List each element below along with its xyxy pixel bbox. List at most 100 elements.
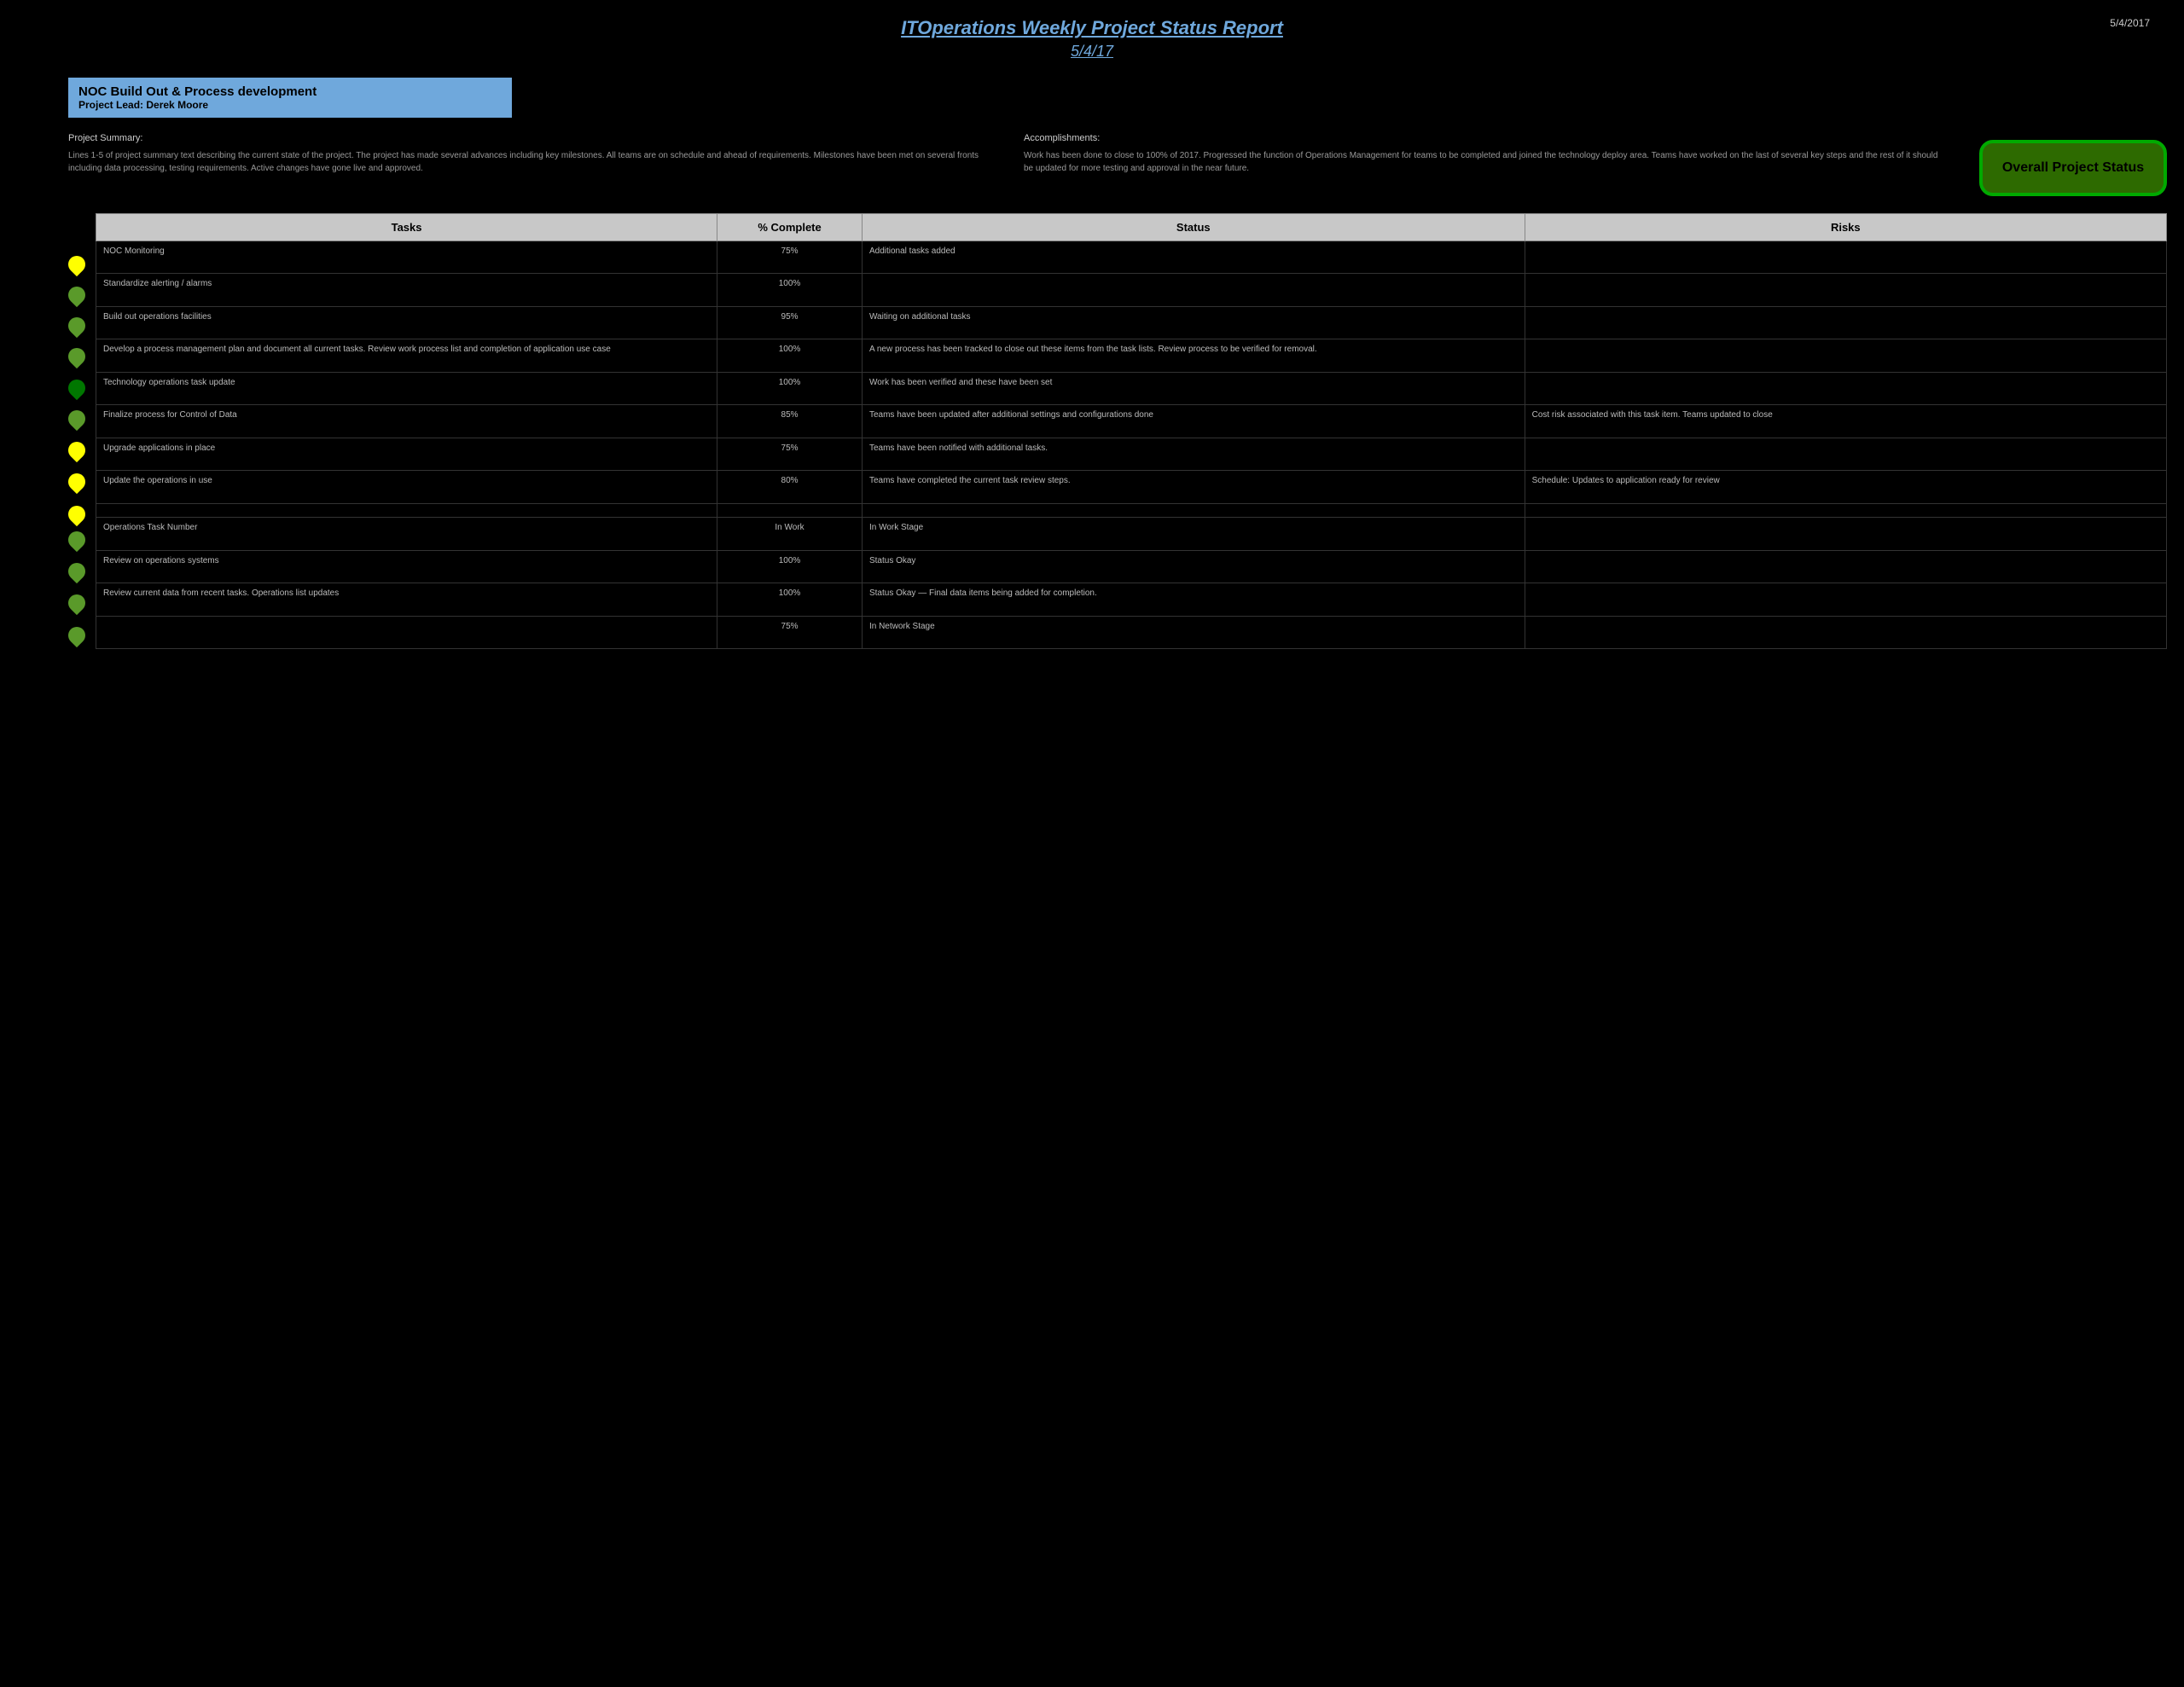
table-row: Review current data from recent tasks. O… — [96, 583, 2167, 616]
status-cell: Teams have been updated after additional… — [862, 405, 1525, 438]
pct-cell: 100% — [717, 550, 863, 583]
status-cell — [862, 503, 1525, 518]
table-row: Technology operations task update100%Wor… — [96, 372, 2167, 404]
status-cell: Work has been verified and these have be… — [862, 372, 1525, 404]
pct-cell: 95% — [717, 306, 863, 339]
summary-section: Project Summary: Lines 1-5 of project su… — [68, 131, 990, 196]
table-row: Review on operations systems100%Status O… — [96, 550, 2167, 583]
project-lead-name: Derek Moore — [146, 99, 208, 111]
task-cell: Update the operations in use — [96, 471, 717, 503]
dot-row — [68, 400, 96, 432]
page-subtitle: 5/4/17 — [17, 43, 2167, 61]
status-cell — [862, 274, 1525, 306]
col-header-tasks: Tasks — [96, 214, 717, 241]
risks-cell: Cost risk associated with this task item… — [1525, 405, 2166, 438]
dot-row — [68, 617, 96, 649]
pct-cell — [717, 503, 863, 518]
risks-cell — [1525, 583, 2166, 616]
col-header-pct: % Complete — [717, 214, 863, 241]
status-cell: In Work Stage — [862, 518, 1525, 550]
pct-cell: 75% — [717, 438, 863, 470]
risks-cell — [1525, 503, 2166, 518]
task-cell: Upgrade applications in place — [96, 438, 717, 470]
status-cell: A new process has been tracked to close … — [862, 339, 1525, 372]
overall-status-box: Overall Project Status — [1979, 140, 2167, 196]
pct-cell: 100% — [717, 372, 863, 404]
table-row: Build out operations facilities95%Waitin… — [96, 306, 2167, 339]
accomplishments-section: Accomplishments: Work has been done to c… — [1024, 131, 1945, 196]
col-header-status: Status — [862, 214, 1525, 241]
dot-row — [68, 521, 96, 553]
status-cell: Status Okay — Final data items being add… — [862, 583, 1525, 616]
table-row: Operations Task NumberIn WorkIn Work Sta… — [96, 518, 2167, 550]
risks-cell — [1525, 438, 2166, 470]
status-dot — [65, 559, 89, 583]
task-cell: Operations Task Number — [96, 518, 717, 550]
page-title: ITOperations Weekly Project Status Repor… — [17, 17, 2167, 39]
dot-row — [68, 276, 96, 307]
table-row: Develop a process management plan and do… — [96, 339, 2167, 372]
status-cell: Waiting on additional tasks — [862, 306, 1525, 339]
task-cell: Build out operations facilities — [96, 306, 717, 339]
risks-cell — [1525, 339, 2166, 372]
dot-row — [68, 553, 96, 585]
status-cell: In Network Stage — [862, 616, 1525, 649]
task-cell — [96, 503, 717, 518]
dot-row — [68, 246, 96, 276]
pct-cell: 75% — [717, 616, 863, 649]
status-dot — [65, 376, 89, 400]
dot-row — [68, 338, 96, 368]
dot-row — [68, 432, 96, 463]
status-dot — [65, 470, 89, 494]
project-header-box: NOC Build Out & Process development Proj… — [68, 78, 512, 118]
summary-title: Project Summary: — [68, 131, 990, 146]
pct-cell: 100% — [717, 583, 863, 616]
status-dot — [65, 591, 89, 615]
table-row: Finalize process for Control of Data85%T… — [96, 405, 2167, 438]
status-dot — [65, 314, 89, 338]
risks-cell — [1525, 550, 2166, 583]
dot-row — [68, 584, 96, 617]
risks-cell — [1525, 518, 2166, 550]
status-dot — [65, 623, 89, 647]
pct-cell: 80% — [717, 471, 863, 503]
status-cell: Teams have completed the current task re… — [862, 471, 1525, 503]
status-cell: Teams have been notified with additional… — [862, 438, 1525, 470]
risks-cell — [1525, 274, 2166, 306]
project-name: NOC Build Out & Process development — [78, 84, 502, 99]
task-cell: Review on operations systems — [96, 550, 717, 583]
dot-row — [68, 369, 96, 401]
status-dot — [65, 345, 89, 368]
risks-cell — [1525, 372, 2166, 404]
status-dot — [65, 527, 89, 551]
tasks-table-wrapper: Tasks % Complete Status Risks NOC Monito… — [68, 213, 2167, 649]
project-lead: Project Lead: Derek Moore — [78, 99, 502, 111]
dot-column — [68, 213, 96, 649]
task-cell: Finalize process for Control of Data — [96, 405, 717, 438]
table-row: Upgrade applications in place75%Teams ha… — [96, 438, 2167, 470]
task-cell: Develop a process management plan and do… — [96, 339, 717, 372]
risks-cell — [1525, 241, 2166, 274]
accomplishments-title: Accomplishments: — [1024, 131, 1945, 146]
status-cell: Additional tasks added — [862, 241, 1525, 274]
status-dot — [65, 438, 89, 462]
status-dot — [65, 252, 89, 276]
table-row: NOC Monitoring75%Additional tasks added — [96, 241, 2167, 274]
status-cell: Status Okay — [862, 550, 1525, 583]
task-cell: NOC Monitoring — [96, 241, 717, 274]
table-row: Update the operations in use80%Teams hav… — [96, 471, 2167, 503]
status-dot — [65, 283, 89, 307]
risks-cell: Schedule: Updates to application ready f… — [1525, 471, 2166, 503]
summary-text: Lines 1-5 of project summary text descri… — [68, 149, 990, 175]
col-header-risks: Risks — [1525, 214, 2166, 241]
task-cell: Standardize alerting / alarms — [96, 274, 717, 306]
risks-cell — [1525, 616, 2166, 649]
pct-cell: 85% — [717, 405, 863, 438]
pct-cell: 100% — [717, 339, 863, 372]
dot-row — [68, 496, 96, 521]
date-label: 5/4/2017 — [2110, 17, 2150, 29]
status-dot — [65, 407, 89, 431]
table-row: 75%In Network Stage — [96, 616, 2167, 649]
pct-cell: 75% — [717, 241, 863, 274]
task-cell — [96, 616, 717, 649]
